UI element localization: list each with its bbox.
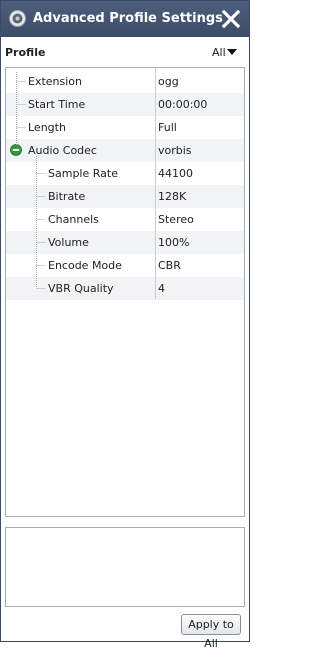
setting-row-channels[interactable]: Channels Stereo xyxy=(6,208,244,231)
setting-label: Channels xyxy=(48,213,99,226)
setting-value: 4 xyxy=(158,282,165,295)
settings-property-grid[interactable]: Extension ogg Start Time 00:00:00 Length… xyxy=(5,67,245,517)
advanced-profile-settings-window: Advanced Profile Settings Profile All Ex… xyxy=(0,0,250,650)
setting-row-sample-rate[interactable]: Sample Rate 44100 xyxy=(6,162,244,185)
profile-filter-dropdown[interactable]: All xyxy=(209,43,243,61)
setting-label: Bitrate xyxy=(48,190,86,203)
setting-row-bitrate[interactable]: Bitrate 128K xyxy=(6,185,244,208)
setting-row-length[interactable]: Length Full xyxy=(6,116,244,139)
setting-row-audio-codec[interactable]: Audio Codec vorbis xyxy=(6,139,244,162)
setting-value: CBR xyxy=(158,259,181,272)
setting-label: Length xyxy=(28,121,66,134)
setting-value: vorbis xyxy=(158,144,192,157)
setting-row-volume[interactable]: Volume 100% xyxy=(6,231,244,254)
setting-label: Volume xyxy=(48,236,89,249)
profile-label: Profile xyxy=(5,46,46,59)
setting-value: 128K xyxy=(158,190,187,203)
property-description-box xyxy=(5,527,245,607)
speaker-icon xyxy=(9,10,26,27)
column-divider[interactable] xyxy=(155,68,156,299)
setting-value: Stereo xyxy=(158,213,194,226)
setting-value: 44100 xyxy=(158,167,193,180)
setting-value: Full xyxy=(158,121,177,134)
apply-to-all-button[interactable]: Apply to All xyxy=(181,614,241,650)
profile-filter-value: All xyxy=(212,46,226,59)
setting-row-start-time[interactable]: Start Time 00:00:00 xyxy=(6,93,244,116)
setting-label: Audio Codec xyxy=(28,144,97,157)
setting-value: 00:00:00 xyxy=(158,98,208,111)
close-icon[interactable] xyxy=(219,7,243,31)
setting-label: Encode Mode xyxy=(48,259,122,272)
setting-label: VBR Quality xyxy=(48,282,114,295)
setting-row-vbr-quality[interactable]: VBR Quality 4 xyxy=(6,277,244,300)
setting-value: 100% xyxy=(158,236,190,249)
window-title: Advanced Profile Settings xyxy=(33,11,223,26)
profile-toolbar: Profile All xyxy=(1,37,249,67)
setting-label: Extension xyxy=(28,75,83,88)
setting-label: Sample Rate xyxy=(48,167,118,180)
setting-label: Start Time xyxy=(28,98,86,111)
collapse-minus-icon[interactable] xyxy=(10,144,22,156)
setting-row-encode-mode[interactable]: Encode Mode CBR xyxy=(6,254,244,277)
setting-value: ogg xyxy=(158,75,179,88)
setting-row-extension[interactable]: Extension ogg xyxy=(6,70,244,93)
title-bar[interactable]: Advanced Profile Settings xyxy=(1,1,249,37)
chevron-down-icon xyxy=(227,49,237,55)
